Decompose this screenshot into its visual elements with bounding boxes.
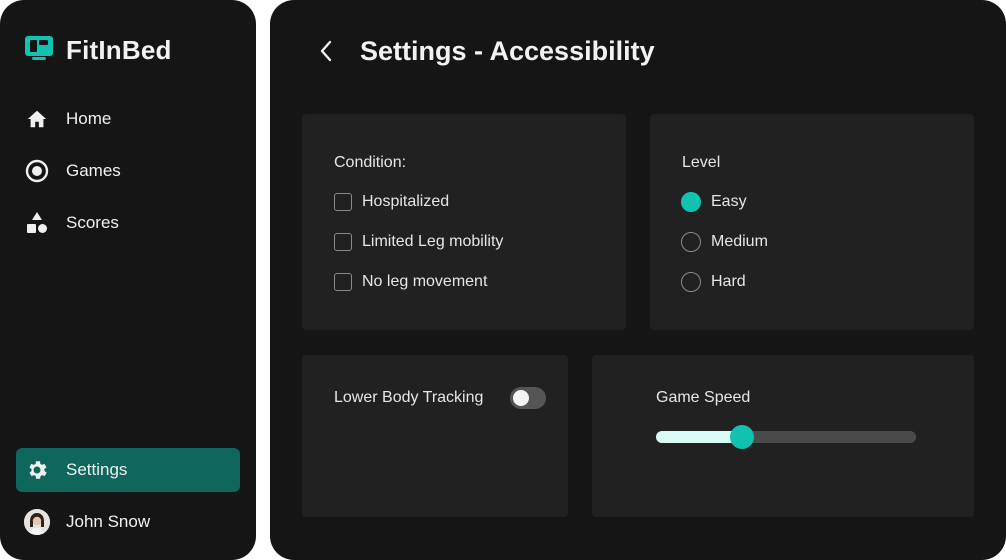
back-button[interactable] [312,38,340,68]
radio-button[interactable] [681,272,701,292]
speed-card: Game Speed [592,355,974,517]
radio-hard[interactable]: Hard [681,272,746,292]
app-name: FitInBed [66,35,172,65]
checkbox-hospitalized[interactable]: Hospitalized [334,193,449,211]
game-speed-slider[interactable] [656,425,916,449]
radio-button[interactable] [681,232,701,252]
gear-icon [24,457,50,483]
radio-button[interactable] [681,192,701,212]
sidebar: FitInBed Home Games Scores Settings John… [0,0,256,560]
speed-label: Game Speed [656,389,751,406]
tracking-label: Lower Body Tracking [334,389,484,406]
fitinbed-logo-icon [24,34,54,67]
brand: FitInBed [24,34,172,67]
nav-item-scores[interactable]: Scores [16,201,240,245]
checkbox[interactable] [334,233,352,251]
chevron-left-icon [319,39,333,68]
target-icon [24,158,50,184]
condition-card: Condition: Hospitalized Limited Leg mobi… [302,114,626,330]
level-title: Level [682,154,721,171]
checkbox[interactable] [334,193,352,211]
radio-label: Medium [711,233,768,250]
checkbox-no-leg-movement[interactable]: No leg movement [334,273,487,291]
nav-item-home[interactable]: Home [16,97,240,141]
radio-medium[interactable]: Medium [681,232,768,252]
home-icon [24,106,50,132]
nav-item-label: Scores [66,213,119,232]
main-panel: Settings - Accessibility Condition: Hosp… [270,0,1006,560]
toggle-knob [513,390,529,406]
nav-item-label: Settings [66,460,128,479]
lower-body-tracking-toggle[interactable] [510,387,546,409]
checkbox[interactable] [334,273,352,291]
radio-label: Hard [711,273,746,290]
checkbox-limited-leg-mobility[interactable]: Limited Leg mobility [334,233,503,251]
tracking-card: Lower Body Tracking [302,355,568,517]
slider-thumb[interactable] [729,425,754,449]
nav-item-settings[interactable]: Settings [16,448,240,492]
level-card: Level Easy Medium Hard [650,114,974,330]
slider-fill [656,431,742,443]
nav-item-label: Games [66,161,121,180]
radio-label: Easy [711,193,747,210]
avatar [24,509,50,535]
shapes-icon [24,210,50,236]
checkbox-label: No leg movement [362,273,488,290]
nav-item-label: Home [66,109,112,128]
checkbox-label: Limited Leg mobility [362,233,504,250]
nav-item-games[interactable]: Games [16,149,240,193]
condition-title: Condition: [334,154,407,171]
radio-easy[interactable]: Easy [681,192,747,212]
checkbox-label: Hospitalized [362,193,450,210]
page-title: Settings - Accessibility [360,36,655,66]
user-profile[interactable]: John Snow [16,500,240,544]
user-name: John Snow [66,512,151,531]
